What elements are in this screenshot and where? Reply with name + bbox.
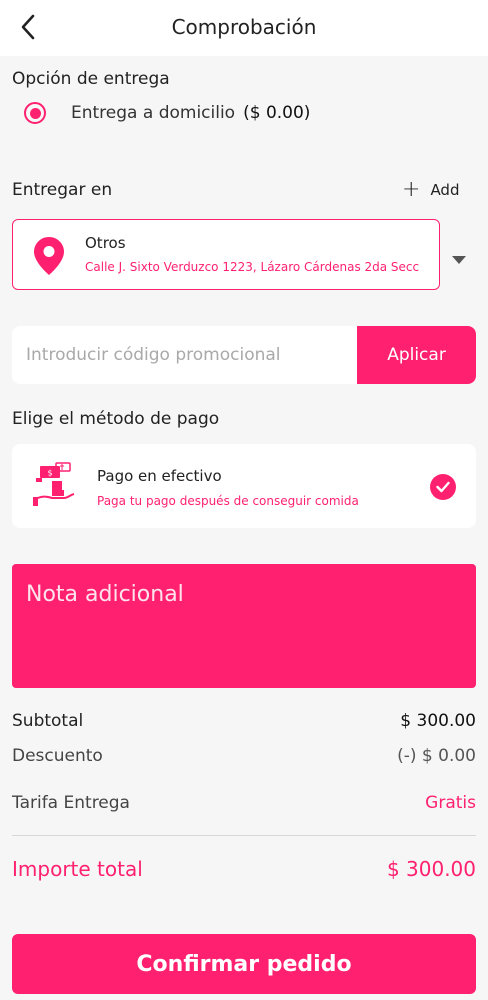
page-title: Comprobación <box>171 15 317 39</box>
radio-button-selected[interactable] <box>24 102 46 124</box>
payment-method-heading: Elige el método de pago <box>12 409 220 429</box>
delivery-option-heading: Opción de entrega <box>12 69 170 89</box>
delivery-option-radio-row[interactable]: Entrega a domicilio ($ 0.00) <box>24 102 310 124</box>
payment-method-description: Paga tu pago después de conseguir comida <box>97 494 359 508</box>
cash-payment-icon: $ <box>33 462 75 506</box>
address-name: Otros <box>85 234 126 252</box>
subtotal-value: $ 300.00 <box>400 711 476 731</box>
apply-promo-button[interactable]: Aplicar <box>357 326 476 384</box>
discount-label: Descuento <box>12 746 103 766</box>
check-circle-icon <box>430 474 456 500</box>
promo-code-input[interactable] <box>12 326 357 384</box>
delivery-fee-row: Tarifa Entrega Gratis <box>12 793 476 813</box>
total-label: Importe total <box>12 857 143 881</box>
dropdown-arrow-icon[interactable] <box>452 256 466 264</box>
delivery-fee-value: Gratis <box>425 793 476 813</box>
delivery-option-label: Entrega a domicilio <box>71 103 236 123</box>
total-row: Importe total $ 300.00 <box>12 857 476 881</box>
summary-divider <box>12 835 476 836</box>
delivery-option-price: ($ 0.00) <box>243 103 311 123</box>
discount-row: Descuento (-) $ 0.00 <box>12 746 476 766</box>
address-selector[interactable]: Otros Calle J. Sixto Verduzco 1223, Láza… <box>12 219 440 290</box>
radio-dot <box>29 107 41 119</box>
address-line: Calle J. Sixto Verduzco 1223, Lázaro Cár… <box>85 260 420 274</box>
confirm-order-button[interactable]: Confirmar pedido <box>12 934 476 994</box>
discount-value: (-) $ 0.00 <box>397 746 476 766</box>
payment-method-cash[interactable]: $ Pago en efectivo Paga tu pago después … <box>12 444 476 528</box>
subtotal-label: Subtotal <box>12 711 84 731</box>
plus-icon: + <box>402 177 421 202</box>
add-address-button[interactable]: + Add <box>402 177 460 202</box>
delivery-fee-label: Tarifa Entrega <box>12 793 130 813</box>
deliver-to-heading: Entregar en <box>12 180 113 200</box>
additional-note-input[interactable] <box>12 564 476 688</box>
subtotal-row: Subtotal $ 300.00 <box>12 711 476 731</box>
app-header: Comprobación <box>0 0 488 56</box>
additional-note-box <box>12 564 476 688</box>
total-value: $ 300.00 <box>386 857 476 881</box>
location-pin-icon <box>34 237 64 275</box>
payment-method-name: Pago en efectivo <box>97 467 222 485</box>
promo-code-field: Aplicar <box>12 326 476 384</box>
svg-text:$: $ <box>47 469 52 478</box>
add-address-label: Add <box>430 181 460 199</box>
